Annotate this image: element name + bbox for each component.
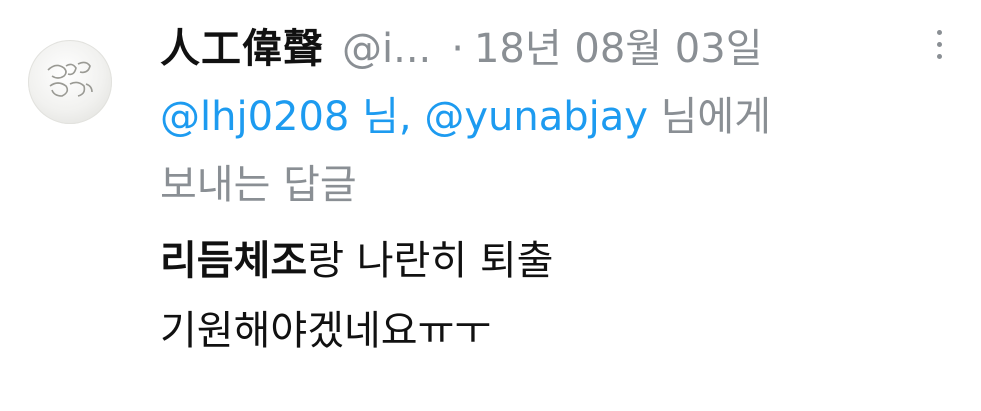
reply-to-line: @lhj0208 님, @yunabjay 님에게 bbox=[160, 84, 771, 142]
tweet-content: 人工偉聲 @i... · 18년 08월 03일 @lhj0208 님, @yu… bbox=[160, 0, 981, 411]
more-dot bbox=[937, 54, 942, 59]
separator-dot: · bbox=[451, 26, 464, 72]
tweet-text-rest: 랑 나란히 퇴출 bbox=[307, 238, 554, 284]
mention-link-yunabjay[interactable]: @yunabjay bbox=[424, 94, 648, 140]
more-vertical-icon[interactable] bbox=[934, 28, 944, 62]
avatar[interactable] bbox=[28, 40, 112, 124]
more-dot bbox=[937, 42, 942, 47]
tweet-text-line-2: 기원해야겠네요ㅠㅜ bbox=[160, 308, 492, 354]
avatar-logo bbox=[47, 61, 93, 97]
reply-to-label: 보내는 답글 bbox=[160, 162, 357, 208]
tweet-date[interactable]: 18년 08월 03일 bbox=[474, 16, 763, 74]
author-handle[interactable]: @i... bbox=[342, 26, 431, 72]
mention-separator: , bbox=[398, 94, 425, 140]
mention-link-lhj0208[interactable]: @lhj0208 님 bbox=[160, 94, 399, 140]
reply-to-suffix: 님에게 bbox=[647, 94, 772, 140]
tweet-text-bold: 리듬체조 bbox=[160, 238, 308, 284]
author-name[interactable]: 人工偉聲 bbox=[160, 16, 324, 74]
tweet-header: 人工偉聲 @i... · 18년 08월 03일 bbox=[160, 16, 763, 72]
tweet-text-line-1: 리듬체조랑 나란히 퇴출 bbox=[160, 228, 553, 286]
more-dot bbox=[937, 30, 942, 35]
